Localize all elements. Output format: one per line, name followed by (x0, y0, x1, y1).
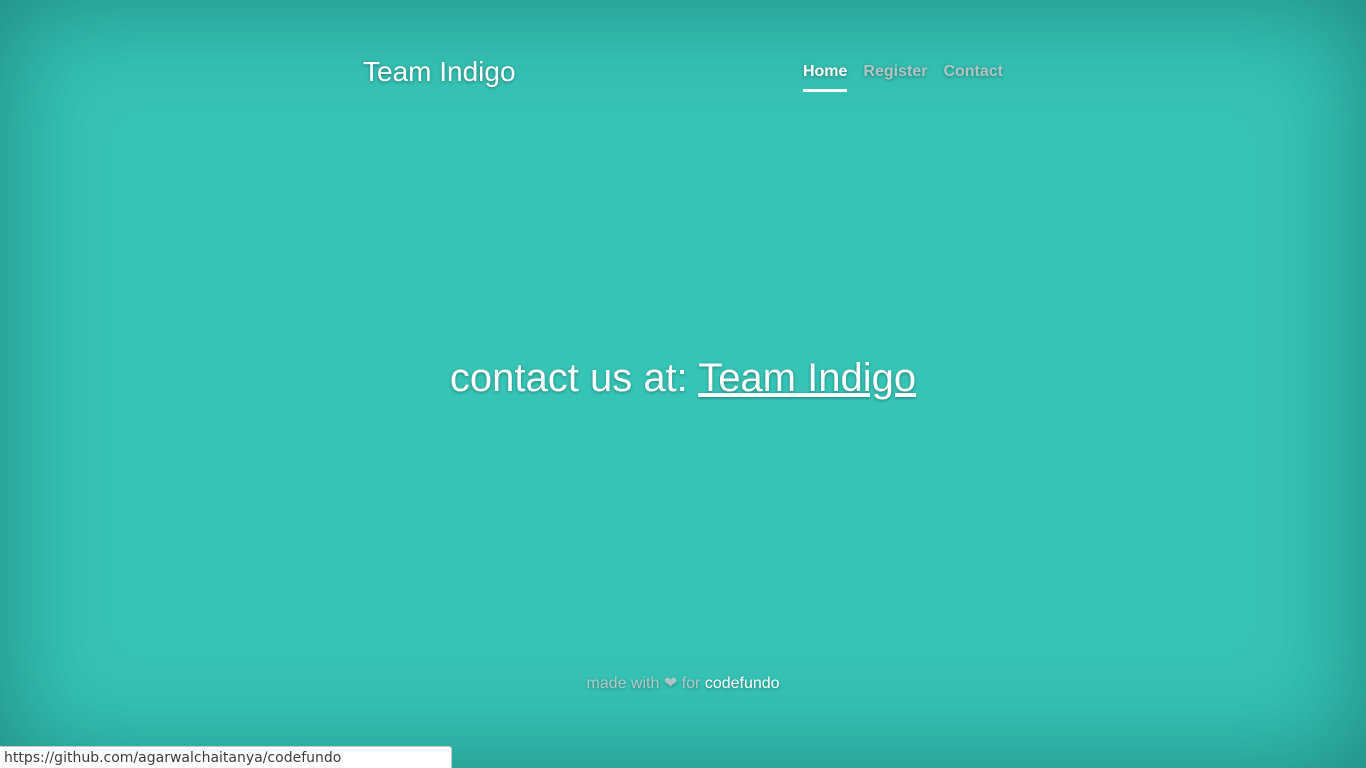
codefundo-link[interactable]: codefundo (705, 675, 780, 692)
footer-for: for (681, 675, 701, 692)
nav-link-contact[interactable]: Contact (943, 62, 1003, 92)
main-nav: Home Register Contact (802, 62, 1003, 92)
status-url: https://github.com/agarwalchaitanya/code… (4, 750, 342, 766)
brand-title: Team Indigo (363, 56, 516, 87)
nav-link-register[interactable]: Register (863, 62, 927, 92)
nav-link-home[interactable]: Home (802, 62, 848, 92)
footer-made-with: made with (586, 675, 660, 692)
contact-link[interactable]: Team Indigo (698, 356, 916, 400)
footer: made with ❤ for codefundo (0, 674, 1366, 694)
masthead: Team Indigo Home Register Contact (363, 52, 1003, 92)
contact-prefix: contact us at: (449, 356, 699, 400)
link-status-bar: https://github.com/agarwalchaitanya/code… (0, 746, 452, 768)
heart-icon: ❤ (663, 675, 678, 692)
contact-heading: contact us at: Team Indigo (0, 352, 1366, 404)
